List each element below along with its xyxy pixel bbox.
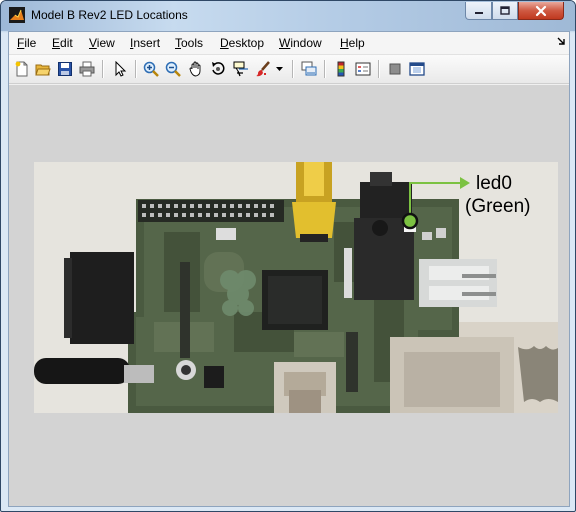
figure-window: Model B Rev2 LED Locations File Edit Vie… xyxy=(0,0,576,512)
minimize-button[interactable] xyxy=(465,2,492,20)
figure-toolbar xyxy=(9,55,569,84)
edit-plot-button[interactable] xyxy=(110,59,130,79)
toolbar-separator xyxy=(102,60,104,78)
brush-dropdown-icon xyxy=(275,66,283,71)
hide-plot-tools-button[interactable] xyxy=(385,59,405,79)
close-icon xyxy=(535,5,547,16)
toolbar-separator xyxy=(292,60,294,78)
brush-icon xyxy=(256,61,270,77)
led-annotation-color: (Green) xyxy=(465,196,531,217)
rotate-3d-button[interactable] xyxy=(208,59,228,79)
menu-desktop[interactable]: Desktop xyxy=(220,36,264,50)
new-figure-icon xyxy=(15,61,28,77)
maximize-icon xyxy=(500,5,510,15)
data-cursor-button[interactable] xyxy=(231,59,251,79)
insert-legend-button[interactable] xyxy=(353,59,373,79)
insert-colorbar-icon xyxy=(337,61,345,77)
rotate-3d-icon xyxy=(212,62,225,75)
menu-insert[interactable]: Insert xyxy=(130,36,160,50)
toolbar-separator xyxy=(324,60,326,78)
link-plot-button[interactable] xyxy=(299,59,319,79)
menu-tools[interactable]: Tools xyxy=(175,36,203,50)
zoom-in-icon xyxy=(143,61,159,77)
close-button[interactable] xyxy=(518,2,564,20)
brush-dropdown-button[interactable] xyxy=(273,59,285,79)
print-button[interactable] xyxy=(77,59,97,79)
matlab-figure-icon xyxy=(9,7,25,23)
maximize-button[interactable] xyxy=(492,2,518,20)
menu-file[interactable]: File xyxy=(17,36,36,50)
dock-arrow-icon[interactable] xyxy=(557,37,566,46)
raspberry-pi-board-image: led0 (Green) xyxy=(34,162,558,413)
menu-window[interactable]: Window xyxy=(279,36,322,50)
link-plot-icon xyxy=(301,61,317,76)
show-plot-tools-icon xyxy=(409,62,425,76)
menu-view[interactable]: View xyxy=(89,36,115,50)
zoom-in-button[interactable] xyxy=(141,59,161,79)
hide-plot-tools-icon xyxy=(389,63,401,75)
pan-button[interactable] xyxy=(186,59,206,79)
new-figure-button[interactable] xyxy=(12,59,32,79)
data-cursor-icon xyxy=(233,61,248,77)
title-bar[interactable]: Model B Rev2 LED Locations xyxy=(1,1,575,31)
open-file-icon xyxy=(35,64,51,76)
insert-colorbar-button[interactable] xyxy=(331,59,351,79)
toolbar-separator xyxy=(135,60,137,78)
open-file-button[interactable] xyxy=(33,59,53,79)
figure-client-area: File Edit View Insert Tools Desktop Wind… xyxy=(8,31,570,507)
led-annotation-name: led0 xyxy=(476,173,512,194)
edit-plot-icon xyxy=(115,61,127,77)
menu-help[interactable]: Help xyxy=(340,36,365,50)
toolbar-separator xyxy=(378,60,380,78)
brush-button[interactable] xyxy=(253,59,273,79)
print-icon xyxy=(79,61,95,77)
zoom-out-button[interactable] xyxy=(163,59,183,79)
save-icon xyxy=(58,62,72,76)
zoom-out-icon xyxy=(165,61,181,77)
save-button[interactable] xyxy=(55,59,75,79)
menu-bar: File Edit View Insert Tools Desktop Wind… xyxy=(9,32,569,55)
pan-icon xyxy=(189,61,201,77)
insert-legend-icon xyxy=(355,62,371,76)
figure-canvas[interactable]: led0 (Green) xyxy=(9,85,569,506)
minimize-icon xyxy=(474,11,483,14)
menu-edit[interactable]: Edit xyxy=(52,36,73,50)
window-title: Model B Rev2 LED Locations xyxy=(31,8,188,22)
show-plot-tools-button[interactable] xyxy=(407,59,427,79)
